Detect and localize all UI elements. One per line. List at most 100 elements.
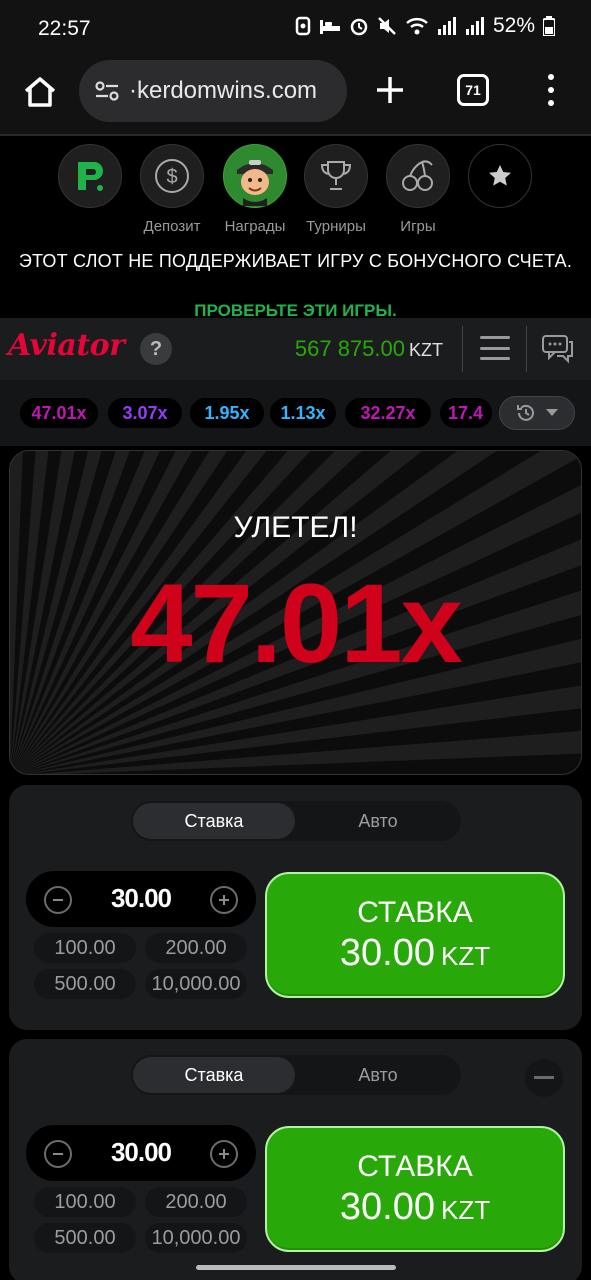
- trophy-icon: [320, 161, 352, 190]
- history-value: 1.13x: [280, 402, 326, 423]
- sleep-icon: [319, 20, 340, 34]
- wifi-icon: [406, 18, 428, 35]
- increase-stake-button[interactable]: [210, 886, 238, 914]
- aviator-logo: Aviator: [8, 328, 125, 363]
- header-divider: [526, 326, 527, 372]
- nav-games[interactable]: Игры: [378, 144, 458, 235]
- history-multiplier[interactable]: 17.4: [440, 398, 492, 428]
- plus-icon: [219, 1149, 229, 1159]
- bet-mode-switch: Ставка Авто: [131, 801, 461, 841]
- new-tab-button[interactable]: [372, 72, 408, 108]
- nav-favorites-circle[interactable]: [468, 144, 532, 208]
- increase-stake-button[interactable]: [210, 1140, 238, 1168]
- nav-home-circle[interactable]: [58, 144, 122, 208]
- bet-button-currency: KZT: [440, 1194, 491, 1225]
- browser-toolbar: ·kerdomwins.com 71: [0, 58, 591, 136]
- notification-icon: [295, 16, 311, 36]
- home-button[interactable]: [20, 72, 60, 112]
- nav-rewards-circle[interactable]: [223, 144, 287, 208]
- quick-stake-button[interactable]: 100.00: [34, 933, 136, 963]
- minus-icon: [534, 1076, 554, 1079]
- bet-button-amount: 30.00 KZT: [340, 1186, 490, 1229]
- burger-line: [480, 336, 510, 339]
- tab-auto[interactable]: Авто: [297, 1057, 459, 1093]
- nav-home[interactable]: [50, 144, 130, 208]
- gesture-bar[interactable]: [196, 1265, 396, 1270]
- nav-games-circle[interactable]: [386, 144, 450, 208]
- nav-rewards[interactable]: Награды: [215, 144, 295, 235]
- history-multiplier[interactable]: 47.01x: [20, 398, 98, 428]
- quick-stake-button[interactable]: 500.00: [34, 1223, 136, 1253]
- quick-stake-button[interactable]: 200.00: [145, 1187, 247, 1217]
- site-settings-icon[interactable]: [93, 77, 121, 105]
- bet-panel-2: Ставка Авто 30.00 100.00 200.00 500.00 1…: [9, 1039, 582, 1280]
- history-toggle-button[interactable]: [499, 396, 575, 430]
- balance-amount: 567 875.00: [294, 336, 405, 361]
- dollar-coin-icon: $: [155, 159, 189, 193]
- history-value: 32.27x: [360, 402, 416, 423]
- signal-icon: [437, 17, 456, 35]
- quick-stake-button[interactable]: 500.00: [34, 969, 136, 999]
- chevron-down-icon: [546, 409, 558, 416]
- nav-games-label: Игры: [400, 218, 436, 235]
- minus-icon: [53, 899, 63, 901]
- site-nav: $ Депозит Награды Турниры Игры ЭТОТ СЛОТ…: [0, 138, 591, 320]
- quick-stake-button[interactable]: 200.00: [145, 933, 247, 963]
- home-icon: [24, 77, 56, 107]
- plus-icon: [377, 77, 403, 103]
- tab-bet[interactable]: Ставка: [133, 803, 295, 839]
- history-multiplier[interactable]: 1.13x: [270, 398, 336, 428]
- mute-icon: [378, 17, 396, 35]
- quick-stake-button[interactable]: 100.00: [34, 1187, 136, 1217]
- bet-button-value: 30.00: [339, 1185, 435, 1228]
- remove-bet-panel-button[interactable]: [525, 1059, 563, 1097]
- tab-auto[interactable]: Авто: [297, 803, 459, 839]
- history-value: 1.95x: [204, 402, 250, 423]
- quick-stake-button[interactable]: 10,000.00: [145, 1223, 247, 1253]
- nav-tournaments[interactable]: Турниры: [296, 144, 376, 235]
- chat-button[interactable]: [541, 334, 575, 369]
- nav-deposit-circle[interactable]: $: [140, 144, 204, 208]
- address-bar[interactable]: ·kerdomwins.com: [79, 60, 347, 122]
- burger-line: [480, 357, 510, 360]
- game-canvas: УЛЕТЕЛ! 47.01x: [9, 450, 582, 775]
- bet-button-label: СТАВКА: [357, 895, 473, 929]
- nav-tournaments-circle[interactable]: [304, 144, 368, 208]
- stake-input[interactable]: 30.00: [66, 883, 216, 914]
- history-multiplier[interactable]: 1.95x: [190, 398, 264, 428]
- bet-button-label: СТАВКА: [357, 1149, 473, 1183]
- battery-icon: [543, 16, 555, 36]
- place-bet-button[interactable]: СТАВКА 30.00 KZT: [265, 1126, 565, 1252]
- cherries-icon: [402, 160, 433, 191]
- nav-favorites[interactable]: [460, 144, 540, 208]
- tab-bet[interactable]: Ставка: [133, 1057, 295, 1093]
- stake-stepper: 30.00: [26, 1125, 256, 1181]
- game-header: Aviator ? 567 875.00 KZT: [0, 318, 591, 380]
- bet-button-value: 30.00: [339, 931, 435, 974]
- battery-level: 52%: [492, 14, 535, 37]
- stake-input[interactable]: 30.00: [66, 1137, 216, 1168]
- game-menu-button[interactable]: [480, 336, 510, 360]
- history-multiplier[interactable]: 32.27x: [345, 398, 431, 428]
- status-time: 22:57: [38, 17, 91, 40]
- bet-mode-switch: Ставка Авто: [131, 1055, 461, 1095]
- nav-deposit[interactable]: $ Депозит: [132, 144, 212, 235]
- history-multiplier[interactable]: 3.07x: [108, 398, 182, 428]
- bet-button-currency: KZT: [440, 940, 491, 971]
- bet-button-amount: 30.00 KZT: [340, 932, 490, 975]
- status-icons: 52%: [295, 14, 555, 38]
- place-bet-button[interactable]: СТАВКА 30.00 KZT: [265, 872, 565, 998]
- nav-rewards-label: Награды: [224, 218, 286, 235]
- menu-dot: [548, 100, 554, 106]
- browser-menu-button[interactable]: [541, 72, 561, 108]
- quick-stake-button[interactable]: 10,000.00: [145, 969, 247, 999]
- star-icon: [489, 165, 511, 186]
- help-button[interactable]: ?: [140, 333, 172, 365]
- multiplier-history: 47.01x 3.07x 1.95x 1.13x 32.27x 17.4: [0, 380, 591, 446]
- menu-dot: [548, 87, 554, 93]
- history-value: 47.01x: [31, 402, 87, 423]
- avatar-character-icon: [226, 147, 284, 206]
- tab-switcher-button[interactable]: 71: [457, 74, 489, 106]
- signal-icon-2: [465, 17, 484, 35]
- minus-icon: [53, 1153, 63, 1155]
